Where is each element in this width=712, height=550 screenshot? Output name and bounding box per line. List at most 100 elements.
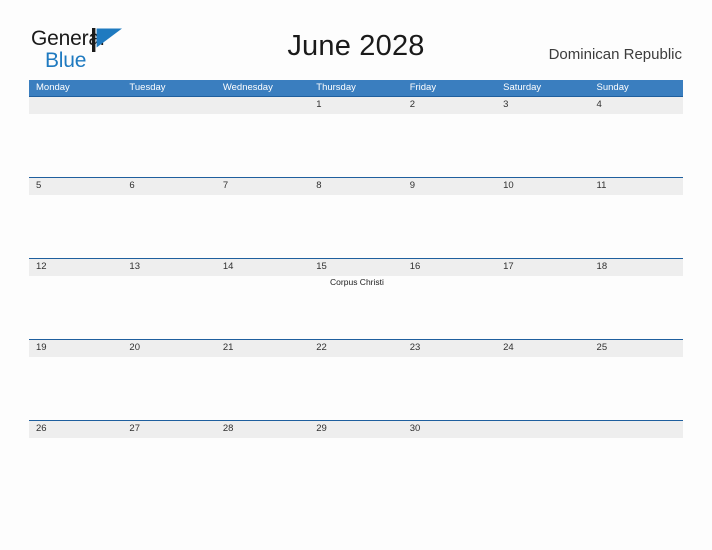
weekday-header-tuesday: Tuesday (129, 82, 166, 93)
day-number: 1 (316, 99, 322, 110)
day-cell-inner: 15 Corpus Christi (309, 258, 402, 339)
day-cell-inner: 8 (309, 177, 402, 258)
day-cell[interactable]: 12 (29, 258, 122, 339)
day-number: 11 (596, 180, 607, 191)
day-cell[interactable]: 9 (403, 177, 496, 258)
day-cell[interactable]: 23 (403, 339, 496, 420)
day-cell[interactable]: 17 (496, 258, 589, 339)
day-cell[interactable]: 26 (29, 420, 122, 501)
day-number: 7 (222, 180, 229, 191)
day-number: 26 (36, 423, 47, 434)
day-cell-inner: 5 (29, 177, 122, 258)
calendar-page: { "brand": { "name_line1": "General", "n… (0, 0, 712, 550)
day-number: 25 (596, 342, 608, 353)
day-number: 3 (503, 99, 509, 110)
weekday-header-row: Monday Tuesday Wednesday Thursday Friday… (29, 80, 683, 96)
calendar-grid: Monday Tuesday Wednesday Thursday Friday… (29, 80, 683, 501)
day-cell-inner: 30 (403, 420, 496, 501)
day-cell[interactable]: 27 (122, 420, 215, 501)
day-cell[interactable]: 11 (590, 177, 683, 258)
calendar-week-row: 12 13 14 15 Corpus Christi 16 17 18 (29, 258, 683, 339)
day-cell[interactable]: 28 (216, 420, 309, 501)
day-cell[interactable]: 10 (496, 177, 589, 258)
day-cell-inner: 2 (403, 96, 496, 177)
day-cell-inner: 24 (496, 339, 589, 420)
day-number: 15 (316, 261, 327, 272)
weekday-header-thursday: Thursday (316, 82, 356, 93)
day-cell-inner: 22 (309, 339, 402, 420)
calendar-weeks: 1 2 3 4 5 6 7 8 9 10 11 12 13 14 15 Corpus Christi 16 17 1… (29, 96, 683, 501)
day-cell[interactable]: 7 (216, 177, 309, 258)
day-cell-inner: 11 (590, 177, 683, 258)
day-cell-inner: 21 (216, 339, 309, 420)
day-cell-inner (29, 96, 122, 177)
holiday-label: Corpus Christi (330, 277, 384, 287)
day-cell[interactable]: 4 (590, 96, 683, 177)
day-cell-inner: 6 (122, 177, 215, 258)
day-cell-inner: 4 (590, 96, 683, 177)
day-cell-inner: 14 (216, 258, 309, 339)
day-cell-inner: 23 (403, 339, 496, 420)
day-cell[interactable]: 21 (216, 339, 309, 420)
day-cell-inner: 25 (590, 339, 683, 420)
calendar-week-row: 19 20 21 22 23 24 25 (29, 339, 683, 420)
day-cell-inner (496, 420, 589, 501)
day-number: 18 (596, 261, 608, 272)
day-cell-inner: 19 (29, 339, 122, 420)
day-number: 10 (503, 180, 514, 191)
day-cell-inner: 12 (29, 258, 122, 339)
day-cell[interactable]: 15 Corpus Christi (309, 258, 402, 339)
calendar-week-row: 5 6 7 8 9 10 11 (29, 177, 683, 258)
calendar-week-row: 26 27 28 29 30 (29, 420, 683, 501)
day-cell-inner (216, 96, 309, 177)
day-cell-inner: 7 (216, 177, 309, 258)
day-cell[interactable]: 6 (122, 177, 215, 258)
day-cell-inner: 28 (216, 420, 309, 501)
calendar-week-row: 1 2 3 4 (29, 96, 683, 177)
weekday-header-wednesday: Wednesday (222, 82, 273, 93)
weekday-header-monday: Monday (36, 82, 70, 93)
day-cell[interactable]: 19 (29, 339, 122, 420)
day-cell[interactable]: 3 (496, 96, 589, 177)
day-cell-inner: 13 (122, 258, 215, 339)
day-cell-inner: 3 (496, 96, 589, 177)
day-cell-empty (216, 96, 309, 177)
day-number: 2 (409, 99, 415, 110)
day-cell[interactable]: 1 (309, 96, 402, 177)
day-cell[interactable]: 13 (122, 258, 215, 339)
day-number: 8 (316, 180, 322, 191)
weekday-header-saturday: Saturday (503, 82, 542, 93)
day-number: 23 (409, 342, 421, 353)
day-cell[interactable]: 20 (122, 339, 215, 420)
day-cell[interactable]: 30 (403, 420, 496, 501)
day-cell[interactable]: 14 (216, 258, 309, 339)
day-cell-empty (29, 96, 122, 177)
day-number: 12 (36, 261, 47, 272)
page-header: General Blue June 2028 Dominican Republi… (0, 0, 712, 71)
day-cell[interactable]: 16 (403, 258, 496, 339)
day-number: 19 (36, 342, 47, 353)
day-number: 21 (222, 342, 234, 353)
day-cell-inner: 26 (29, 420, 122, 501)
day-cell-inner: 1 (309, 96, 402, 177)
region-label: Dominican Republic (548, 46, 682, 63)
day-number: 17 (503, 261, 514, 272)
day-cell[interactable]: 8 (309, 177, 402, 258)
day-cell-inner: 20 (122, 339, 215, 420)
day-cell-inner: 10 (496, 177, 589, 258)
day-cell-inner: 17 (496, 258, 589, 339)
day-cell[interactable]: 24 (496, 339, 589, 420)
day-cell-inner (122, 96, 215, 177)
day-cell-inner: 18 (590, 258, 683, 339)
day-cell[interactable]: 5 (29, 177, 122, 258)
day-cell[interactable]: 25 (590, 339, 683, 420)
day-number: 27 (129, 423, 140, 434)
day-cell[interactable]: 18 (590, 258, 683, 339)
day-cell-inner: 27 (122, 420, 215, 501)
day-cell[interactable]: 2 (403, 96, 496, 177)
day-cell-empty (122, 96, 215, 177)
day-number: 4 (596, 99, 602, 110)
day-cell[interactable]: 22 (309, 339, 402, 420)
day-cell[interactable]: 29 (309, 420, 402, 501)
day-cell-empty (590, 420, 683, 501)
